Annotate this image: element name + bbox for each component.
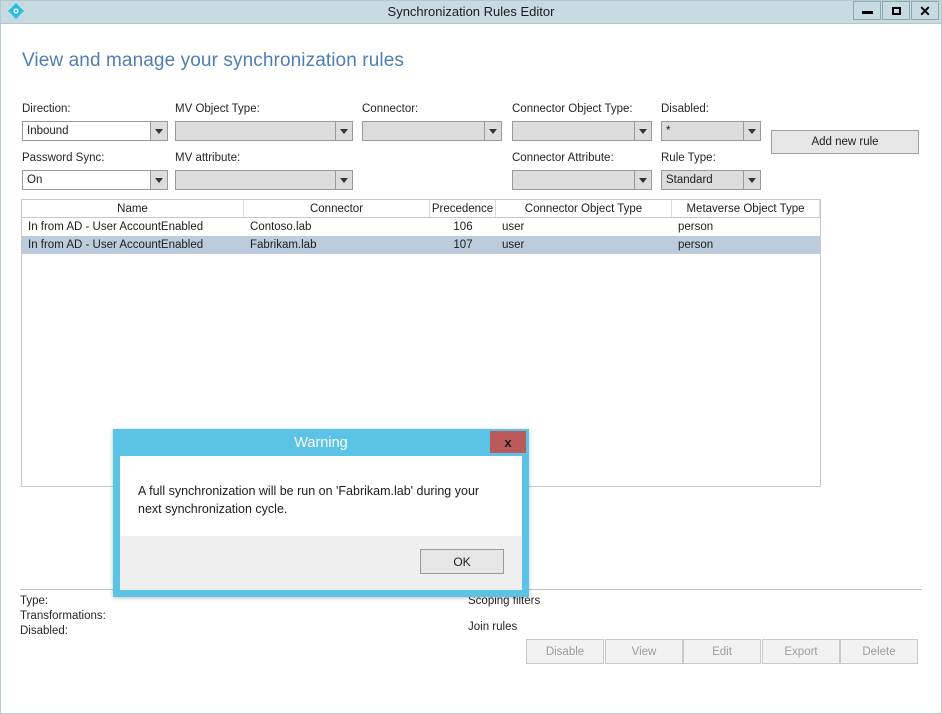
dialog-close-icon[interactable]: x [490,431,526,453]
label-rule-type: Rule Type: [661,152,716,164]
password-sync-dropdown[interactable]: On [22,170,168,190]
label-password-sync: Password Sync: [22,152,105,164]
connector-dropdown[interactable] [362,121,502,141]
detail-labels-right: Scoping filters Join rules [468,594,540,635]
chevron-down-icon[interactable] [634,122,651,140]
export-button[interactable]: Export [762,639,840,664]
rule-type-dropdown[interactable]: Standard [661,170,761,190]
label-connector: Connector: [362,103,419,115]
warning-dialog: Warning x A full synchronization will be… [113,429,529,597]
filter-panel: Direction: Inbound MV Object Type: Conne… [2,24,940,190]
grid-header-row: Name Connector Precedence Connector Obje… [22,200,820,218]
mv-object-type-dropdown[interactable] [175,121,353,141]
table-row[interactable]: In from AD - User AccountEnabled Contoso… [22,218,820,236]
direction-dropdown[interactable]: Inbound [22,121,168,141]
minimize-icon[interactable] [853,1,881,20]
connector-attribute-dropdown[interactable] [512,170,652,190]
close-icon[interactable]: ✕ [911,1,939,20]
window-title: Synchronization Rules Editor [387,4,555,19]
column-header-name[interactable]: Name [22,200,244,217]
chevron-down-icon[interactable] [484,122,501,140]
disabled-dropdown[interactable]: * [661,121,761,141]
action-button-bar: Disable View Edit Export Delete [2,639,940,669]
view-button[interactable]: View [605,639,683,664]
cell-metaverse-object-type: person [678,221,714,233]
chevron-down-icon[interactable] [150,171,167,189]
detail-labels-left: Type: Transformations: Disabled: [20,594,106,639]
mv-attribute-dropdown[interactable] [175,170,353,190]
label-direction: Direction: [22,103,71,115]
edit-button[interactable]: Edit [683,639,761,664]
detail-label-join-rules: Join rules [468,621,518,633]
dialog-footer: OK [120,536,522,590]
password-sync-value: On [27,174,43,186]
window-controls: ✕ [852,1,939,21]
disabled-value: * [666,125,671,137]
client-area: View and manage your synchronization rul… [2,24,940,713]
column-header-metaverse-object-type[interactable]: Metaverse Object Type [672,200,820,217]
chevron-down-icon[interactable] [150,122,167,140]
table-row[interactable]: In from AD - User AccountEnabled Fabrika… [22,236,820,254]
dialog-titlebar: Warning x [113,429,529,456]
cell-name: In from AD - User AccountEnabled [28,221,204,233]
chevron-down-icon[interactable] [634,171,651,189]
connector-object-type-dropdown[interactable] [512,121,652,141]
rule-type-value: Standard [666,174,713,186]
detail-label-transformations: Transformations: [20,610,106,622]
label-mv-object-type: MV Object Type: [175,103,260,115]
label-connector-attribute: Connector Attribute: [512,152,614,164]
label-disabled-filter: Disabled: [661,103,709,115]
cell-connector-object-type: user [502,239,525,251]
cell-connector: Fabrikam.lab [250,239,317,251]
cell-name: In from AD - User AccountEnabled [28,239,204,251]
label-connector-object-type: Connector Object Type: [512,103,633,115]
dialog-title: Warning [294,434,348,451]
detail-label-type: Type: [20,595,49,607]
add-new-rule-button[interactable]: Add new rule [771,130,919,154]
disable-button[interactable]: Disable [526,639,604,664]
sync-rules-editor-window: Synchronization Rules Editor ✕ View and … [0,0,942,714]
window-titlebar: Synchronization Rules Editor ✕ [1,1,941,24]
cell-connector: Contoso.lab [250,221,312,233]
sync-diamond-icon [7,2,29,22]
detail-label-disabled: Disabled: [20,625,68,637]
maximize-icon[interactable] [882,1,910,20]
ok-button[interactable]: OK [420,549,504,574]
direction-value: Inbound [27,125,69,137]
dialog-body: A full synchronization will be run on 'F… [120,456,522,536]
chevron-down-icon[interactable] [743,171,760,189]
column-header-connector[interactable]: Connector [244,200,430,217]
cell-metaverse-object-type: person [678,239,714,251]
cell-precedence: 107 [453,239,473,251]
cell-precedence: 106 [453,221,473,233]
chevron-down-icon[interactable] [743,122,760,140]
cell-connector-object-type: user [502,221,525,233]
column-header-connector-object-type[interactable]: Connector Object Type [496,200,672,217]
chevron-down-icon[interactable] [335,171,352,189]
delete-button[interactable]: Delete [840,639,918,664]
chevron-down-icon[interactable] [335,122,352,140]
label-mv-attribute: MV attribute: [175,152,241,164]
dialog-message: A full synchronization will be run on 'F… [138,484,480,516]
column-header-precedence[interactable]: Precedence [430,200,496,217]
